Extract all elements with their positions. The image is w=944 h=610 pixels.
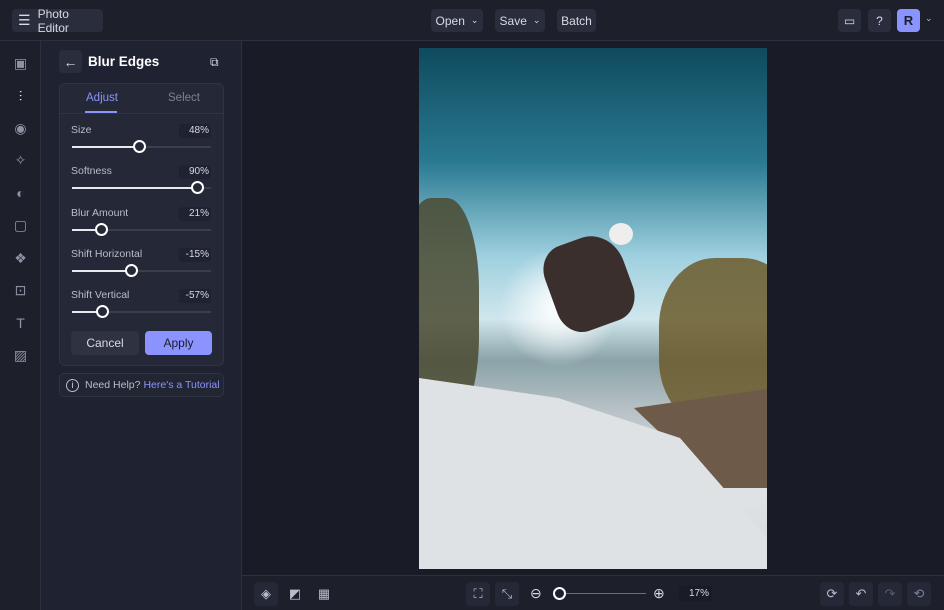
slider-track[interactable] — [72, 305, 211, 319]
cancel-button[interactable]: Cancel — [71, 331, 139, 355]
slider-label: Shift Vertical — [71, 289, 130, 302]
slider-track[interactable] — [72, 140, 211, 153]
help-box: i Need Help? Here's a Tutorial — [59, 373, 224, 397]
slider-thumb[interactable] — [95, 222, 109, 236]
texture-icon[interactable]: ▨ — [12, 347, 29, 364]
frame-icon[interactable]: ▢ — [12, 217, 29, 234]
slider-track[interactable] — [72, 263, 211, 277]
tab-adjust[interactable]: Adjust — [86, 92, 118, 104]
eye-icon[interactable]: ◉ — [12, 120, 29, 137]
reset-rotate-icon[interactable]: ⟳ — [820, 582, 844, 606]
slider-thumb[interactable] — [191, 181, 205, 195]
slider-fill — [72, 269, 132, 272]
slider-thumb[interactable] — [132, 140, 146, 153]
menu-button[interactable]: ☰ Photo Editor — [12, 6, 103, 35]
layers-icon[interactable]: ◈ — [254, 582, 278, 606]
tab-select[interactable]: Select — [168, 92, 200, 104]
slider-value-input[interactable]: 21% — [179, 206, 211, 221]
chevron-down-icon: ⌄ — [470, 15, 479, 25]
grid-icon[interactable]: ▦ — [312, 582, 336, 606]
blur-edges-panel: ← Blur Edges ⧉ Adjust Select Size 48% So… — [41, 41, 242, 610]
open-button[interactable]: Open ⌄ — [431, 9, 483, 32]
redo-icon[interactable]: ↷ — [878, 582, 902, 606]
slider-fill — [72, 187, 198, 190]
shapes-icon[interactable]: ❖ — [12, 250, 29, 267]
zoom-in-icon[interactable]: ⊕ — [653, 585, 665, 602]
save-label: Save — [499, 13, 527, 28]
slider-thumb[interactable] — [95, 305, 109, 319]
batch-button[interactable]: Batch — [557, 9, 596, 32]
canvas-area[interactable] — [242, 41, 944, 575]
undo-icon[interactable]: ↶ — [849, 582, 873, 606]
zoom-value[interactable]: 17% — [679, 586, 712, 601]
tutorial-link[interactable]: Here's a Tutorial — [143, 379, 219, 391]
open-label: Open — [435, 13, 465, 28]
slider-label: Blur Amount — [71, 206, 129, 219]
save-button[interactable]: Save ⌄ — [495, 9, 545, 32]
app-title: Photo Editor — [37, 6, 69, 35]
tool-rail: ▣ ⫶ ◉ ✧ ◐ ▢ ❖ ⊡ T ▨ — [0, 41, 41, 610]
apply-button[interactable]: Apply — [145, 331, 212, 355]
back-button[interactable]: ← — [59, 50, 82, 73]
slider-label: Softness — [71, 165, 112, 178]
text-icon[interactable]: T — [12, 315, 29, 332]
slider-value-input[interactable]: -57% — [179, 289, 211, 304]
zoom-out-icon[interactable]: ⊖ — [530, 585, 542, 602]
help-icon[interactable]: ? — [868, 9, 891, 32]
adjust-sliders-icon[interactable]: ⫶ — [12, 88, 29, 105]
chevron-down-icon: ⌄ — [532, 15, 541, 25]
help-text: Need Help? — [85, 379, 141, 391]
slider-label: Shift Horizontal — [71, 247, 143, 260]
divider — [60, 113, 223, 114]
slider-thumb[interactable] — [125, 263, 139, 277]
image-icon[interactable]: ▣ — [12, 55, 29, 72]
panel-title: Blur Edges — [88, 54, 160, 69]
copy-icon[interactable]: ⧉ — [210, 55, 219, 70]
fit-screen-icon[interactable]: ⛶ — [466, 582, 490, 606]
compare-icon[interactable]: ◩ — [283, 582, 307, 606]
zoom-slider[interactable] — [553, 587, 646, 600]
palette-icon[interactable]: ◐ — [12, 185, 29, 202]
adjust-card: Adjust Select Size 48% Softness 90% Blur… — [59, 83, 224, 366]
slider-track[interactable] — [72, 181, 211, 195]
crop-frame-icon[interactable]: ⊡ — [12, 282, 29, 299]
hamburger-icon: ☰ — [18, 12, 31, 28]
history-icon[interactable]: ⟲ — [907, 582, 931, 606]
bottom-toolbar: ◈ ◩ ▦ ⛶ ⤡ ⊖ ⊕ 17% ⟳ ↶ ↷ ⟲ — [242, 575, 944, 610]
slider-track[interactable] — [72, 222, 211, 236]
slider-fill — [72, 146, 139, 148]
slider-value-input[interactable]: 90% — [179, 165, 211, 180]
slider-label: Size — [71, 124, 92, 136]
chevron-down-icon[interactable]: ⌄ — [925, 13, 933, 24]
top-bar: ☰ Photo Editor Open ⌄ Save ⌄ Batch ▭ ? R ⌄ — [0, 0, 944, 41]
actual-size-icon[interactable]: ⤡ — [495, 582, 519, 606]
avatar[interactable]: R — [897, 9, 920, 32]
comment-icon[interactable]: ▭ — [838, 9, 861, 32]
sparkle-icon[interactable]: ✧ — [12, 152, 29, 169]
info-icon: i — [66, 378, 79, 392]
zoom-slider-thumb[interactable] — [553, 587, 566, 600]
slider-value-input[interactable]: -15% — [179, 247, 211, 262]
photo-skateboarder — [419, 48, 767, 569]
slider-value-input[interactable]: 48% — [179, 124, 211, 138]
